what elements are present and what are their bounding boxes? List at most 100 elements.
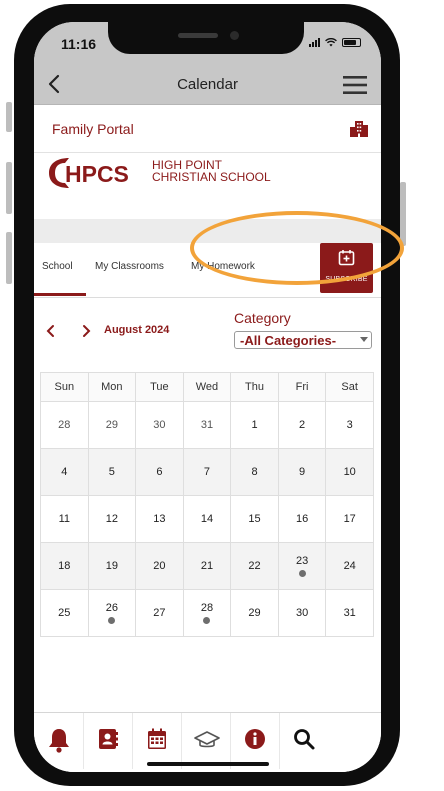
calendar-day-cell[interactable]: 4: [40, 448, 89, 496]
category-selected-value: -All Categories-: [240, 333, 337, 348]
calendar-day-number: 23: [295, 555, 309, 567]
calendar-day-number: 19: [105, 560, 118, 572]
tab-my-homework[interactable]: My Homework: [191, 261, 255, 272]
signal-icon: [309, 38, 320, 47]
calendar-day-number: 31: [343, 607, 356, 619]
calendar-day-cell[interactable]: 5: [87, 448, 137, 496]
info-icon: [245, 729, 265, 749]
calendar-day-number: 28: [200, 602, 214, 614]
chevron-down-icon: [360, 337, 368, 342]
weekday-header: Fri: [277, 372, 327, 402]
calendar-day-cell[interactable]: 2: [277, 401, 327, 449]
graduation-cap-icon: [194, 731, 220, 748]
calendar-day-cell[interactable]: 27: [135, 589, 184, 637]
calendar-day-cell[interactable]: 19: [87, 542, 137, 590]
calendar-day-number: 18: [58, 560, 71, 572]
calendar-day-cell[interactable]: 3: [325, 401, 374, 449]
calendar-day-cell[interactable]: 22: [230, 542, 279, 590]
calendar-day-number: 1: [251, 419, 258, 431]
calendar-day-cell[interactable]: 30: [135, 401, 184, 449]
wifi-icon: [325, 38, 337, 47]
bell-icon: [49, 729, 69, 753]
calendar-day-number: 7: [203, 466, 211, 478]
phone-side-button: [6, 102, 12, 132]
calendar-day-cell[interactable]: 26: [87, 589, 137, 637]
calendar-week-row: 25 26 27 28 29 30 31: [40, 589, 374, 637]
calendar-day-cell[interactable]: 11: [40, 495, 89, 543]
hpcs-logo: HPCS: [49, 158, 129, 188]
phone-side-button: [6, 162, 12, 214]
event-dot: [203, 617, 211, 624]
bottom-nav-directory[interactable]: [83, 713, 133, 769]
calendar-day-cell[interactable]: 10: [325, 448, 374, 496]
calendar-day-number: 2: [299, 419, 306, 431]
calendar-day-cell[interactable]: 24: [325, 542, 374, 590]
phone-power-button: [400, 182, 406, 246]
calendar-day-cell[interactable]: 16: [277, 495, 327, 543]
building-icon[interactable]: [349, 119, 369, 139]
weekday-header: Sat: [325, 372, 374, 402]
calendar-day-cell[interactable]: 20: [135, 542, 184, 590]
calendar-day-cell[interactable]: 25: [40, 589, 89, 637]
calendar-day-cell[interactable]: 31: [182, 401, 232, 449]
home-indicator[interactable]: [147, 762, 269, 766]
bottom-nav-info[interactable]: [230, 713, 280, 769]
calendar-day-number: 5: [108, 466, 115, 478]
contacts-icon: [99, 729, 118, 749]
calendar-day-number: 8: [251, 466, 258, 478]
school-logo-area: HPCS HIGH POINT CHRISTIAN SCHOOL: [34, 153, 381, 219]
calendar-day-cell[interactable]: 29: [230, 589, 279, 637]
calendar-day-number: 10: [343, 466, 356, 478]
speaker: [178, 33, 218, 38]
category-select[interactable]: -All Categories-: [234, 331, 372, 349]
search-icon: [294, 729, 315, 750]
calendar-week-row: 11 12 13 14 15 16 17: [40, 495, 374, 543]
section-divider: [34, 219, 381, 243]
month-label: August 2024: [104, 324, 170, 336]
calendar-day-number: 27: [153, 607, 166, 619]
status-bar: 11:16: [34, 22, 381, 66]
calendar-day-cell[interactable]: 9: [277, 448, 327, 496]
chevron-left-icon[interactable]: [44, 324, 58, 338]
calendar-day-cell[interactable]: 8: [230, 448, 279, 496]
calendar-day-cell[interactable]: 28: [40, 401, 89, 449]
calendar-day-cell[interactable]: 30: [277, 589, 327, 637]
weekday-header: Tue: [135, 372, 184, 402]
hamburger-menu-icon[interactable]: [343, 76, 367, 94]
calendar-day-number: 3: [346, 419, 353, 431]
tab-my-classrooms[interactable]: My Classrooms: [95, 261, 164, 272]
calendar-day-cell[interactable]: 12: [87, 495, 137, 543]
calendar-day-cell[interactable]: 14: [182, 495, 232, 543]
calendar-day-cell[interactable]: 15: [230, 495, 279, 543]
calendar-day-number: 29: [248, 607, 261, 619]
calendar-day-cell[interactable]: 31: [325, 589, 374, 637]
calendar-day-number: 9: [299, 466, 306, 478]
bottom-nav-academics[interactable]: [181, 713, 231, 769]
calendar-day-number: 30: [295, 607, 309, 619]
camera: [230, 31, 239, 40]
notch: [108, 22, 304, 54]
status-time: 11:16: [61, 36, 97, 52]
calendar-day-cell[interactable]: 21: [182, 542, 232, 590]
chevron-right-icon[interactable]: [79, 324, 93, 338]
calendar-day-cell[interactable]: 23: [277, 542, 327, 590]
calendar-day-cell[interactable]: 1: [230, 401, 279, 449]
calendar-day-cell[interactable]: 6: [135, 448, 184, 496]
calendar-day-cell[interactable]: 7: [182, 448, 232, 496]
calendar-day-cell[interactable]: 18: [40, 542, 89, 590]
event-dot: [298, 570, 306, 577]
portal-header: Family Portal: [34, 106, 381, 153]
tab-school[interactable]: School: [42, 261, 73, 272]
bottom-nav-notifications[interactable]: [34, 713, 84, 769]
calendar-day-cell[interactable]: 17: [325, 495, 374, 543]
calendar-day-number: 21: [200, 560, 214, 572]
calendar-day-cell[interactable]: 29: [87, 401, 137, 449]
bottom-nav-calendar[interactable]: [132, 713, 182, 769]
calendar-day-number: 22: [248, 560, 261, 572]
calendar-day-cell[interactable]: 13: [135, 495, 184, 543]
calendar-day-cell[interactable]: 28: [182, 589, 232, 637]
calendar-day-number: 26: [105, 602, 118, 614]
subscribe-button[interactable]: SUBSCRIBE: [320, 243, 373, 293]
bottom-nav-search[interactable]: [279, 713, 328, 769]
calendar-day-number: 28: [58, 419, 71, 431]
